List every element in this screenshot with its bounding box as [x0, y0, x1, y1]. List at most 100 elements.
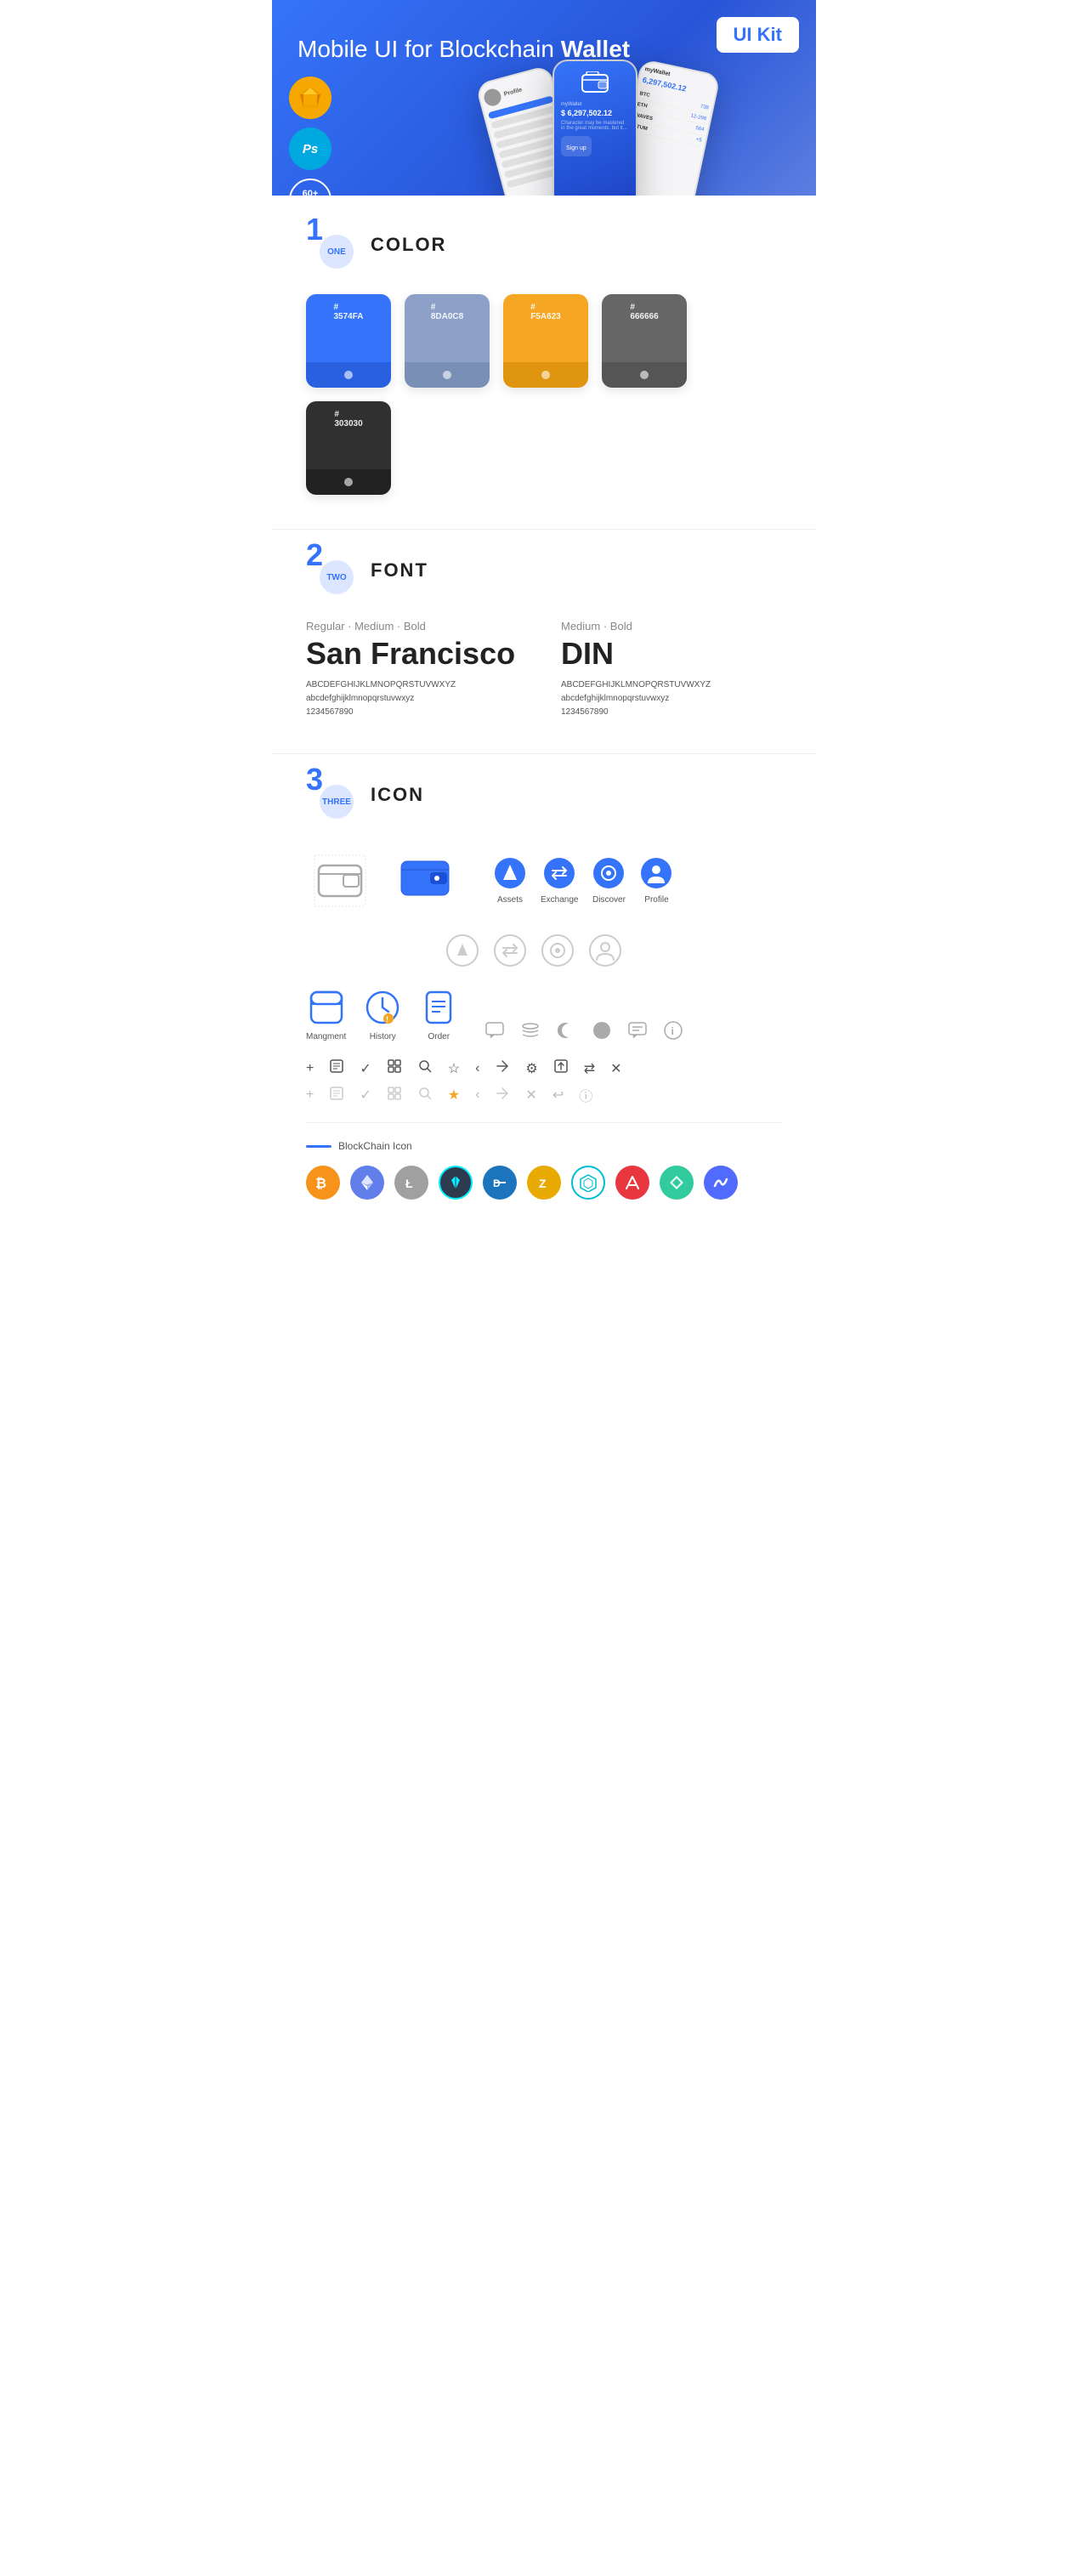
plus-faded-icon: +: [306, 1087, 314, 1103]
share-icon: [495, 1058, 510, 1078]
font-grid: Regular · Medium · Bold San Francisco AB…: [306, 620, 782, 719]
check-icon: ✓: [360, 1060, 371, 1077]
svg-text:i: i: [672, 1025, 674, 1037]
main-icons-row: Assets Exchange Discover: [306, 844, 782, 967]
color-section-header: 1 ONE COLOR: [306, 221, 782, 269]
svg-text:Z: Z: [539, 1177, 547, 1190]
color-title: COLOR: [371, 234, 446, 256]
font-section: 2 TWO FONT Regular · Medium · Bold San F…: [272, 547, 816, 736]
phones-mockup: Profile: [476, 34, 816, 196]
crypto-coins-row: ₿ Ł D: [306, 1166, 782, 1200]
wallet-outline-icon: [306, 847, 374, 915]
blockchain-label: BlockChain Icon: [306, 1140, 782, 1152]
section-number-1: 1 ONE: [306, 221, 354, 269]
ps-badge: Ps: [289, 128, 332, 170]
history-icon: !: [363, 988, 402, 1027]
layers-icon: [519, 1019, 541, 1041]
dash-coin: D: [483, 1166, 517, 1200]
gear-icon: ⚙: [525, 1060, 537, 1077]
phone-center: myWallet $ 6,297,502.12 Character may be…: [552, 60, 638, 196]
qr-icon: [387, 1058, 402, 1078]
star-filled-icon: ★: [448, 1087, 460, 1104]
order-icon-box: Order: [419, 988, 458, 1041]
hero-badges: Ps 60+Screens: [289, 77, 332, 196]
swap-icon: ⇄: [584, 1060, 595, 1077]
nav-icons-row: Assets Exchange Discover: [493, 856, 673, 905]
profile-icon: [639, 856, 673, 890]
utility-icons-active-row: + ✓ ☆ ‹: [306, 1058, 782, 1078]
wallet-filled-icon: [391, 844, 459, 916]
discover-icon: [592, 856, 626, 890]
font-title: FONT: [371, 559, 428, 582]
blockchain-line-decoration: [306, 1145, 332, 1148]
hero-section: Mobile UI for Blockchain Wallet UI Kit P…: [272, 0, 816, 196]
document-faded-icon: [329, 1086, 344, 1105]
btc-coin: ₿: [306, 1166, 340, 1200]
zcash-coin: Z: [527, 1166, 561, 1200]
assets-icon: [493, 856, 527, 890]
close2-faded-icon: ✕: [525, 1087, 536, 1104]
icon-section: 3 THREE ICON: [272, 771, 816, 1242]
circle-icon: [591, 1019, 613, 1041]
font-section-header: 2 TWO FONT: [306, 547, 782, 594]
search-faded-icon: [417, 1086, 433, 1105]
close-icon: ✕: [610, 1060, 621, 1077]
search-icon: [417, 1058, 433, 1078]
color-section: 1 ONE COLOR #3574FA #8DA0C8 #F5A623: [272, 196, 816, 512]
chevron-left-faded-icon: ‹: [475, 1087, 479, 1103]
assets-icon-box: Assets: [493, 856, 527, 905]
chevron-left-icon: ‹: [475, 1061, 479, 1076]
icon-section-header: 3 THREE ICON: [306, 771, 782, 819]
profile-icon-box: Profile: [639, 856, 673, 905]
ghost-icons-row: [445, 933, 622, 967]
swatch-steel: #8DA0C8: [405, 294, 490, 388]
check-faded-icon: ✓: [360, 1087, 371, 1104]
ltc-coin: Ł: [394, 1166, 428, 1200]
icon-title: ICON: [371, 784, 424, 806]
section-number-3: 3 THREE: [306, 771, 354, 819]
avatar: [482, 87, 502, 107]
management-icon: [307, 988, 346, 1027]
svg-text:!: !: [386, 1015, 388, 1024]
grid-coin: [571, 1166, 605, 1200]
kyber-coin: [660, 1166, 694, 1200]
tab-icons-row: Mangment ! History Order: [306, 988, 782, 1041]
nuls-coin: [439, 1166, 473, 1200]
share-faded-icon: [495, 1086, 510, 1105]
svg-text:Ł: Ł: [405, 1177, 413, 1190]
history-icon-box: ! History: [363, 988, 402, 1041]
assets-ghost-icon: [445, 933, 479, 967]
speech-icon: [626, 1019, 649, 1041]
exchange-ghost-icon: [493, 933, 527, 967]
wallet-icon: [581, 71, 609, 94]
swatch-blue: #3574FA: [306, 294, 391, 388]
plus-icon: +: [306, 1061, 314, 1076]
redo-faded-icon: ↩: [552, 1087, 564, 1104]
utility-icons-faded-row: + ✓ ★ ‹: [306, 1085, 782, 1105]
info-faded-icon: ⓘ: [579, 1085, 592, 1105]
exchange-icon-box: Exchange: [541, 856, 578, 905]
management-icon-box: Mangment: [306, 988, 346, 1041]
info-icon: i: [662, 1019, 684, 1041]
band-coin: [704, 1166, 738, 1200]
discover-ghost-icon: [541, 933, 575, 967]
star-icon: ☆: [448, 1060, 460, 1077]
sketch-icon: [298, 86, 322, 110]
swatch-dark: #303030: [306, 401, 391, 495]
screens-badge: 60+Screens: [289, 179, 332, 196]
swatch-orange: #F5A623: [503, 294, 588, 388]
font-sf: Regular · Medium · Bold San Francisco AB…: [306, 620, 527, 719]
color-swatches: #3574FA #8DA0C8 #F5A623 #666666: [306, 294, 782, 495]
ark-coin: [615, 1166, 649, 1200]
section-number-2: 2 TWO: [306, 547, 354, 594]
qr-faded-icon: [387, 1086, 402, 1105]
document-icon: [329, 1058, 344, 1078]
chat-icon: [484, 1019, 506, 1041]
discover-icon-box: Discover: [592, 856, 626, 905]
sketch-badge: [289, 77, 332, 119]
swatch-gray: #666666: [602, 294, 687, 388]
eth-coin: [350, 1166, 384, 1200]
upload-icon: [553, 1058, 569, 1078]
svg-text:₿: ₿: [315, 1176, 326, 1191]
profile-ghost-icon: [588, 933, 622, 967]
